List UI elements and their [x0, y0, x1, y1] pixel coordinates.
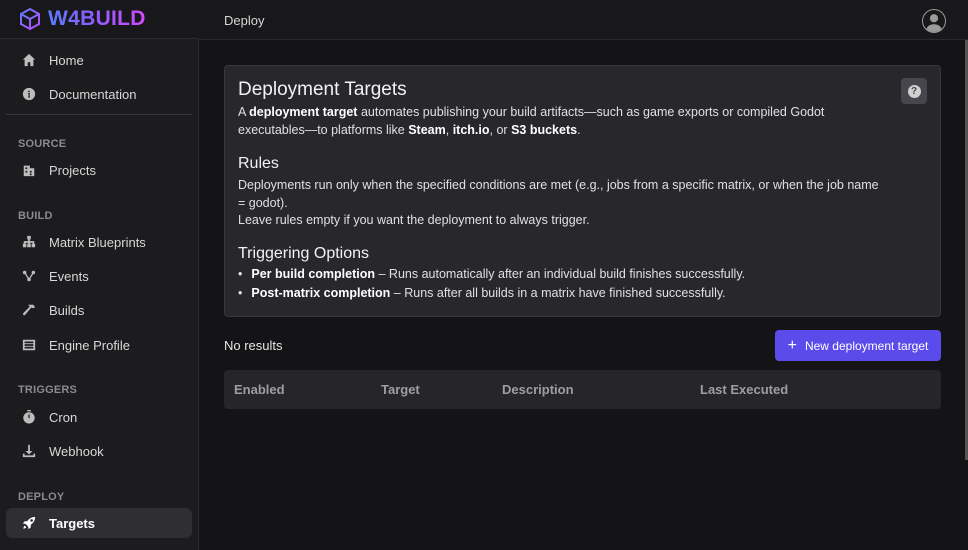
sidebar-item-label: Engine Profile — [49, 337, 130, 353]
sidebar-item-projects[interactable]: Projects — [6, 155, 192, 185]
sidebar-item-label: Builds — [49, 302, 85, 318]
sidebar-item-label: Matrix Blueprints — [49, 234, 146, 250]
help-button[interactable]: ? — [901, 78, 927, 104]
cube-logo-icon — [20, 7, 40, 31]
sidebar-item-label: Documentation — [49, 86, 137, 102]
targets-table-header: Enabled Target Description Last Executed — [224, 370, 941, 409]
card-intro-text: A deployment target automates publishing… — [238, 105, 825, 137]
stopwatch-icon — [22, 410, 36, 424]
sidebar-item-targets[interactable]: Targets — [6, 508, 192, 538]
new-deployment-target-button[interactable]: + New deployment target — [775, 330, 941, 361]
triggering-options-heading: Triggering Options — [238, 245, 370, 262]
list-icon — [22, 338, 36, 352]
top-header: Deploy — [199, 0, 968, 40]
triggering-options-list: Per build completion – Runs automaticall… — [238, 265, 745, 303]
hierarchy-icon — [22, 235, 36, 249]
sidebar-item-label: Events — [49, 268, 89, 284]
sidebar-item-matrix-blueprints[interactable]: Matrix Blueprints — [6, 227, 192, 257]
sidebar-item-webhook[interactable]: Webhook — [6, 436, 192, 466]
sidebar-item-label: Targets — [49, 515, 95, 531]
button-label: New deployment target — [804, 338, 929, 353]
card-title: Deployment Targets — [238, 79, 407, 100]
rocket-icon — [22, 516, 36, 530]
brand[interactable]: W4BUILD — [0, 0, 199, 39]
section-label-source: SOURCE — [18, 138, 67, 150]
sidebar-item-label: Projects — [49, 162, 96, 178]
rules-note: Leave rules empty if you want the deploy… — [238, 213, 590, 227]
network-icon — [22, 269, 36, 283]
sidebar-item-documentation[interactable]: Documentation — [6, 79, 192, 109]
section-label-deploy: DEPLOY — [18, 491, 65, 503]
sidebar-item-label: Home — [49, 52, 84, 68]
sidebar-divider — [6, 114, 192, 115]
column-header-enabled[interactable]: Enabled — [234, 382, 285, 397]
brand-name: W4BUILD — [48, 7, 146, 30]
sidebar-item-engine-profile[interactable]: Engine Profile — [6, 330, 192, 360]
no-results-text: No results — [224, 338, 283, 353]
sidebar-item-cron[interactable]: Cron — [6, 402, 192, 432]
list-item: Post-matrix completion – Runs after all … — [238, 284, 745, 303]
sidebar-item-builds[interactable]: Builds — [6, 295, 192, 325]
sidebar-item-label: Webhook — [49, 443, 104, 459]
column-header-description[interactable]: Description — [502, 382, 574, 397]
rules-text: Deployments run only when the specified … — [238, 178, 879, 210]
download-icon — [22, 444, 36, 458]
home-icon — [22, 53, 36, 67]
question-icon: ? — [907, 84, 921, 98]
page-title: Deploy — [224, 13, 265, 28]
column-header-last-executed[interactable]: Last Executed — [700, 382, 788, 397]
plus-icon: + — [787, 336, 797, 354]
building-icon — [22, 163, 36, 177]
user-avatar-icon[interactable] — [922, 9, 946, 33]
sidebar-item-home[interactable]: Home — [6, 45, 192, 75]
section-label-build: BUILD — [18, 210, 53, 222]
rules-heading: Rules — [238, 155, 279, 172]
sidebar-item-label: Cron — [49, 409, 78, 425]
deployment-targets-info-card: ? Deployment Targets A deployment target… — [224, 65, 941, 317]
sidebar: W4BUILD Home Documentation SOURCE Projec… — [0, 0, 199, 550]
section-label-triggers: TRIGGERS — [18, 384, 78, 396]
column-header-target[interactable]: Target — [381, 382, 420, 397]
info-icon — [22, 87, 36, 101]
list-item: Per build completion – Runs automaticall… — [238, 265, 745, 284]
hammer-icon — [22, 303, 36, 317]
sidebar-item-events[interactable]: Events — [6, 261, 192, 291]
